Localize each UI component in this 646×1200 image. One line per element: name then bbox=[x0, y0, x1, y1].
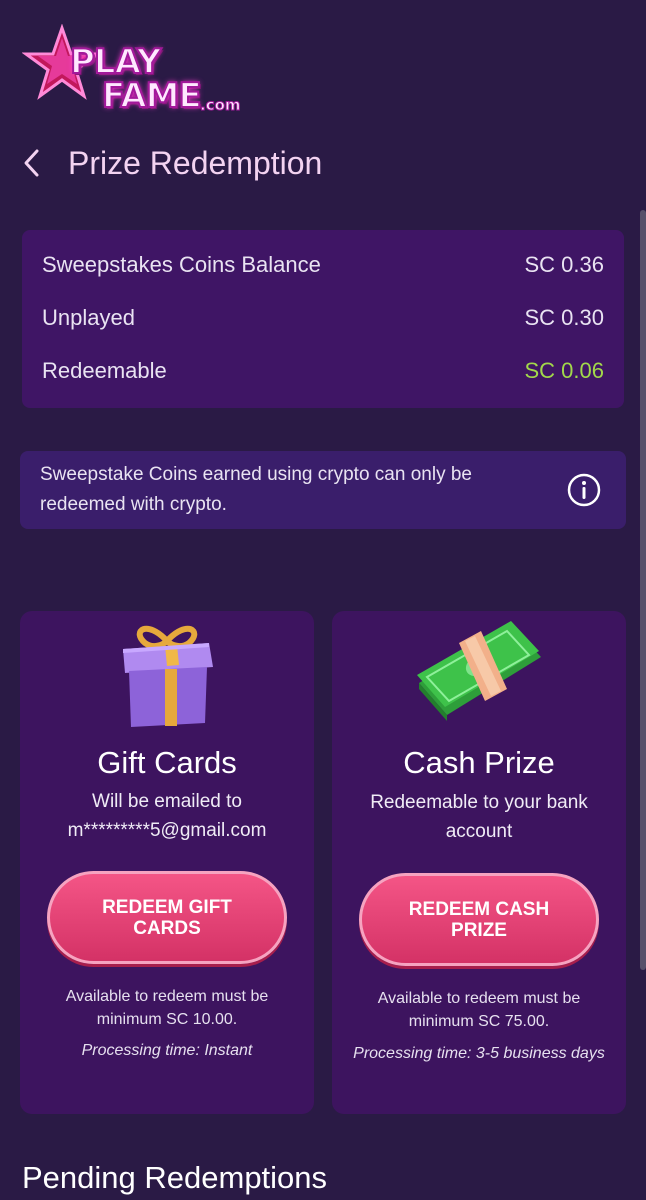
balance-row-redeemable: Redeemable SC 0.06 bbox=[42, 358, 604, 411]
cash-prize-processing-time: Processing time: 3-5 business days bbox=[353, 1045, 605, 1062]
gift-cards-email-label: Will be emailed to bbox=[92, 791, 242, 812]
page-title: Prize Redemption bbox=[68, 144, 323, 181]
redeem-gift-cards-button[interactable]: REDEEM GIFT CARDS bbox=[47, 871, 287, 964]
logo-com-text: .com bbox=[200, 96, 242, 115]
notice-text: Sweepstake Coins earned using crypto can… bbox=[40, 464, 472, 515]
redeemable-value: SC 0.06 bbox=[524, 358, 605, 383]
gift-cards-card: Gift Cards Will be emailed to m*********… bbox=[20, 611, 314, 1114]
balance-row-unplayed: Unplayed SC 0.30 bbox=[42, 305, 604, 358]
cash-prize-minimum-note: Available to redeem must be minimum SC 7… bbox=[377, 990, 581, 1030]
gift-cards-title: Gift Cards bbox=[97, 745, 237, 780]
balance-card: Sweepstakes Coins Balance SC 0.36 Unplay… bbox=[22, 230, 624, 408]
back-button[interactable] bbox=[22, 140, 52, 186]
logo-fame-text: FAME bbox=[101, 75, 203, 117]
cash-stack-icon bbox=[332, 619, 626, 731]
cash-prize-card: Cash Prize Redeemable to your bank accou… bbox=[332, 611, 626, 1114]
info-icon[interactable] bbox=[566, 472, 602, 508]
redeemable-label: Redeemable bbox=[42, 358, 167, 383]
cash-prize-description: Redeemable to your bank account bbox=[370, 792, 588, 842]
balance-row-total: Sweepstakes Coins Balance SC 0.36 bbox=[42, 252, 604, 305]
unplayed-value: SC 0.30 bbox=[524, 305, 605, 330]
redeem-cash-prize-button[interactable]: REDEEM CASH PRIZE bbox=[359, 873, 599, 966]
unplayed-label: Unplayed bbox=[42, 305, 135, 330]
balance-label: Sweepstakes Coins Balance bbox=[42, 252, 321, 277]
gift-box-icon bbox=[20, 619, 314, 731]
scrollbar[interactable] bbox=[640, 210, 646, 970]
chevron-left-icon bbox=[24, 149, 39, 177]
playfame-logo[interactable]: PLAY FAME .com bbox=[22, 24, 241, 117]
crypto-notice: Sweepstake Coins earned using crypto can… bbox=[20, 451, 626, 529]
balance-value: SC 0.36 bbox=[524, 252, 605, 277]
prize-redemption-page: PLAY FAME .com Prize Redemption Sweepsta… bbox=[0, 0, 646, 1200]
gift-cards-processing-time: Processing time: Instant bbox=[81, 1042, 253, 1059]
gift-cards-email: m*********5@gmail.com bbox=[67, 820, 267, 841]
cash-prize-title: Cash Prize bbox=[403, 745, 555, 780]
pending-redemptions-heading: Pending Redemptions bbox=[22, 1160, 328, 1195]
gift-cards-minimum-note: Available to redeem must be minimum SC 1… bbox=[65, 988, 269, 1028]
page-header: Prize Redemption bbox=[22, 140, 322, 186]
